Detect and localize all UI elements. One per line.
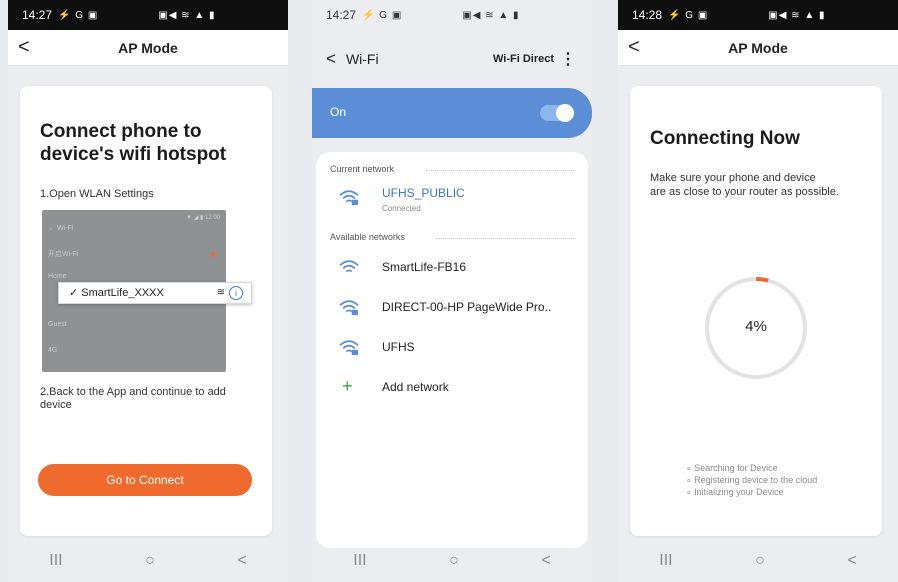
phone-screen-connecting: 14:28 ⚡ G ▣ ▣◀ ≋ ▲ ▮ < AP Mode Connectin… [618, 0, 898, 582]
mock-row-label: 开启Wi-Fi [48, 251, 79, 258]
mock-row: 4G [48, 347, 58, 354]
step-1-text: 1.Open WLAN Settings [40, 188, 154, 200]
home-icon[interactable]: ○ [449, 552, 459, 570]
status-checklist: ∘ Searching for Device ∘ Registering dev… [686, 462, 817, 498]
go-to-connect-button[interactable]: Go to Connect [38, 464, 252, 496]
status-right-icons: ▣◀ ≋ ▲ ▮ [768, 9, 826, 21]
wifi-toggle-card[interactable]: On [312, 88, 592, 138]
wifi-icon: ≋ [216, 287, 225, 298]
mock-row: Guest [48, 321, 67, 328]
system-nav-bar: III ○ < [8, 540, 288, 582]
headline: Connect phone to device's wifi hotspot [40, 121, 227, 165]
wifi-locked-icon [339, 190, 359, 206]
mock-row: ← Wi-Fi [48, 225, 74, 232]
phone-screen-ap-mode: 14:27 ⚡ G ▣ ▣◀ ≋ ▲ ▮ < AP Mode Connect p… [8, 0, 288, 582]
wifi-locked-icon [339, 300, 359, 316]
plus-icon: + [342, 376, 353, 396]
available-networks-label: Available networks [330, 232, 405, 242]
app-bar: < AP Mode [8, 30, 288, 66]
toggle-label: On [330, 105, 347, 119]
network-status: Connected [382, 204, 421, 213]
recent-apps-icon[interactable]: III [659, 552, 672, 570]
step-2-text: 2.Back to the App and continue to add de… [40, 386, 226, 411]
back-nav-icon[interactable]: < [237, 552, 246, 570]
back-icon[interactable]: < [18, 36, 30, 59]
status-right-icons: ▣◀ ≋ ▲ ▮ [158, 9, 216, 21]
checklist-item: ∘ Initializing your Device [686, 487, 784, 497]
status-bar: 14:27 ⚡ G ▣ ▣◀ ≋ ▲ ▮ [8, 0, 288, 30]
network-item[interactable]: SmartLife-FB16 [330, 254, 580, 284]
checklist-item: ∘ Registering device to the cloud [686, 475, 818, 485]
divider [436, 238, 576, 239]
add-network-button[interactable]: + Add network [330, 374, 580, 404]
highlighted-network-row: ✓ SmartLife_XXXX ≋ i [58, 282, 252, 304]
wifi-toggle-switch[interactable] [540, 104, 574, 122]
back-icon[interactable]: < [326, 49, 336, 69]
network-name: UFHS [382, 340, 415, 354]
network-name: UFHS_PUBLIC [382, 186, 465, 200]
page-title: AP Mode [118, 39, 178, 56]
status-time: 14:27 [22, 8, 53, 22]
phone-screen-wifi-settings: 14:27 ⚡ G ▣ ▣◀ ≋ ▲ ▮ < Wi-Fi Wi-Fi Direc… [312, 0, 592, 582]
info-icon: i [229, 286, 243, 300]
network-item[interactable]: DIRECT-00-HP PageWide Pro.. [330, 294, 580, 324]
subtitle-line-1: Make sure your phone and device [650, 172, 816, 184]
checklist-text: Searching for Device [694, 463, 778, 473]
subtitle-line-2: are as close to your router as possible. [650, 186, 839, 198]
recent-apps-icon[interactable]: III [49, 552, 62, 570]
status-left-icons: ⚡ G ▣ [58, 9, 99, 21]
home-icon[interactable]: ○ [145, 552, 155, 570]
toggle-knob [556, 104, 574, 122]
status-bar: 14:27 ⚡ G ▣ ▣◀ ≋ ▲ ▮ [312, 0, 592, 30]
status-left-icons: ⚡ G ▣ [668, 9, 709, 21]
progress-percent: 4% [745, 318, 767, 335]
network-list-card: Current network UFHS_PUBLIC Connected Av… [316, 152, 588, 548]
wifi-direct-button[interactable]: Wi-Fi Direct [493, 53, 554, 65]
current-network-label: Current network [330, 164, 395, 174]
checklist-text: Registering device to the cloud [694, 475, 818, 485]
highlighted-network-name: ✓ SmartLife_XXXX [69, 287, 164, 299]
wifi-locked-icon [339, 340, 359, 356]
recent-apps-icon[interactable]: III [353, 552, 366, 570]
status-left-icons: ⚡ G ▣ [362, 9, 403, 21]
wifi-header: < Wi-Fi Wi-Fi Direct ⋮ [312, 30, 592, 88]
status-time: 14:27 [326, 8, 357, 22]
back-nav-icon[interactable]: < [541, 552, 550, 570]
network-item[interactable]: UFHS [330, 334, 580, 364]
divider [426, 170, 576, 171]
back-icon[interactable]: < [628, 36, 640, 59]
current-network-item[interactable]: UFHS_PUBLIC Connected [330, 184, 580, 214]
page-title: AP Mode [728, 39, 788, 56]
wifi-icon [339, 260, 359, 273]
add-network-label: Add network [382, 380, 449, 394]
status-right-icons: ▣◀ ≋ ▲ ▮ [462, 9, 520, 21]
checklist-text: Initializing your Device [694, 487, 784, 497]
system-nav-bar: III ○ < [312, 540, 592, 582]
status-bar: 14:28 ⚡ G ▣ ▣◀ ≋ ▲ ▮ [618, 0, 898, 30]
back-nav-icon[interactable]: < [847, 552, 856, 570]
more-options-icon[interactable]: ⋮ [560, 49, 576, 69]
toggle-dot-icon [211, 252, 216, 257]
app-bar: < AP Mode [618, 30, 898, 66]
status-time: 14:28 [632, 8, 663, 22]
network-name: SmartLife-FB16 [382, 260, 467, 274]
checklist-item: ∘ Searching for Device [686, 463, 778, 473]
system-nav-bar: III ○ < [618, 540, 898, 582]
mock-row: 开启Wi-Fi [42, 244, 226, 266]
headline: Connecting Now [650, 128, 800, 149]
home-icon[interactable]: ○ [755, 552, 765, 570]
page-title: Wi-Fi [345, 51, 379, 67]
network-name: DIRECT-00-HP PageWide Pro.. [382, 300, 552, 314]
